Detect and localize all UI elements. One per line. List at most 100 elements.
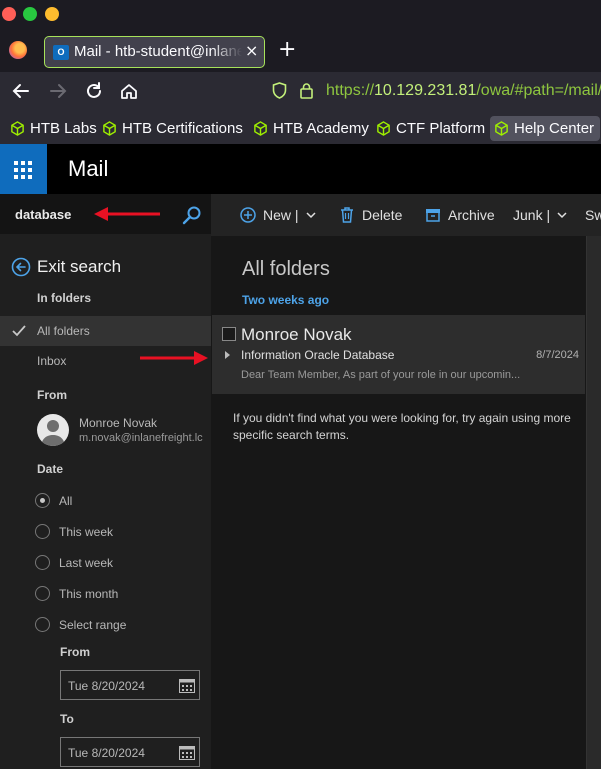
radio-label: All <box>59 493 73 508</box>
firefox-menu-icon[interactable] <box>9 41 27 59</box>
archive-label: Archive <box>448 207 495 223</box>
junk-button[interactable]: Junk | <box>513 207 567 223</box>
date-option-this-week[interactable]: This week <box>35 524 113 539</box>
search-icon[interactable] <box>182 205 202 225</box>
radio-label: This week <box>59 524 114 539</box>
archive-box-icon <box>426 209 440 222</box>
bookmark-htb-certifications[interactable]: HTB Certifications <box>98 116 249 141</box>
folder-all-folders[interactable]: All folders <box>0 316 211 346</box>
from-heading: From <box>37 388 67 402</box>
message-sender: Monroe Novak <box>241 325 352 344</box>
archive-button[interactable]: Archive <box>425 207 495 223</box>
message-subject: Information Oracle Database <box>241 348 395 362</box>
bookmark-label: HTB Labs <box>30 120 97 137</box>
chevron-down-icon[interactable] <box>306 211 316 219</box>
url-host: 10.129.231.81 <box>374 82 477 99</box>
radio-button[interactable] <box>35 524 50 539</box>
calendar-icon[interactable] <box>179 746 195 760</box>
outlook-favicon-icon: O <box>53 45 69 60</box>
htb-cube-icon <box>495 121 508 136</box>
message-item[interactable]: Monroe Novak Information Oracle Database… <box>212 315 585 394</box>
new-button[interactable]: New | <box>240 207 316 223</box>
annotation-arrow-left-icon <box>94 207 160 221</box>
group-header: Two weeks ago <box>242 293 330 307</box>
date-option-select-range[interactable]: Select range <box>35 617 126 632</box>
calendar-icon[interactable] <box>179 679 195 693</box>
back-arrow-icon[interactable] <box>11 81 31 101</box>
bookmark-label: Help Center <box>514 120 595 137</box>
message-date: 8/7/2024 <box>536 349 579 361</box>
lock-icon[interactable] <box>299 82 314 99</box>
command-toolbar: New | Delete Archive Junk | Sw <box>211 194 601 236</box>
radio-button[interactable] <box>35 617 50 632</box>
reload-icon[interactable] <box>84 81 104 101</box>
new-tab-button[interactable]: + <box>278 37 296 62</box>
date-option-this-month[interactable]: This month <box>35 586 118 601</box>
bookmark-htb-academy[interactable]: HTB Academy <box>249 116 375 141</box>
tracking-shield-icon[interactable] <box>272 82 287 99</box>
forward-arrow-icon[interactable] <box>48 81 68 101</box>
message-preview: Dear Team Member, As part of your role i… <box>241 369 521 381</box>
sweep-button[interactable]: Sw <box>585 207 601 223</box>
search-input[interactable]: database <box>15 207 71 222</box>
home-icon[interactable] <box>119 81 139 101</box>
delete-label: Delete <box>362 207 403 223</box>
close-window-button[interactable] <box>2 7 16 21</box>
bookmark-label: CTF Platform <box>396 120 486 137</box>
from-email: m.novak@inlanefreight.lc <box>79 432 203 444</box>
radio-button[interactable] <box>35 493 50 508</box>
message-select-checkbox[interactable] <box>222 327 236 341</box>
date-option-last-week[interactable]: Last week <box>35 555 113 570</box>
htb-cube-icon <box>254 121 267 136</box>
range-to-input[interactable]: Tue 8/20/2024 <box>60 737 200 767</box>
chevron-down-icon[interactable] <box>557 211 567 219</box>
search-refiners-pane: database Exit search In folders All fold… <box>0 194 211 769</box>
tab-bar: O Mail - htb-student@inlanefreight.local… <box>0 30 601 72</box>
radio-label: This month <box>59 586 119 601</box>
list-title: All folders <box>242 258 330 280</box>
range-from-input[interactable]: Tue 8/20/2024 <box>60 670 200 700</box>
reading-pane-scrollbar[interactable] <box>586 236 601 769</box>
radio-button[interactable] <box>35 555 50 570</box>
range-to-label: To <box>60 712 74 726</box>
app-title: Mail <box>68 156 109 181</box>
tab-close-icon[interactable]: × <box>245 41 258 60</box>
folder-label: Inbox <box>37 354 67 368</box>
tab-mail[interactable]: O Mail - htb-student@inlanefreight.local… <box>44 36 265 68</box>
radio-label: Last week <box>59 555 114 570</box>
maximize-window-button[interactable] <box>23 7 37 21</box>
new-label: New | <box>263 207 299 223</box>
folder-label: All folders <box>37 324 90 338</box>
from-person-card[interactable]: Monroe Novak m.novak@inlanefreight.lc <box>37 414 211 448</box>
bookmark-htb-labs[interactable]: HTB Labs <box>6 116 103 141</box>
address-bar[interactable]: https://10.129.231.81/owa/#path=/mail/s <box>326 82 601 100</box>
bookmark-ctf-platform[interactable]: CTF Platform <box>372 116 491 141</box>
range-from-label: From <box>60 645 90 659</box>
minimize-window-button[interactable] <box>45 7 59 21</box>
bookmarks-bar: HTB Labs HTB Certifications HTB Academy … <box>0 112 601 144</box>
back-circle-icon <box>11 257 31 277</box>
radio-label: Select range <box>59 617 127 632</box>
bookmark-help-center[interactable]: Help Center <box>490 116 601 141</box>
radio-button[interactable] <box>35 586 50 601</box>
htb-cube-icon <box>377 121 390 136</box>
range-to-value: Tue 8/20/2024 <box>68 746 145 760</box>
delete-button[interactable]: Delete <box>339 207 402 223</box>
bookmark-label: HTB Certifications <box>122 120 243 137</box>
htb-cube-icon <box>11 121 24 136</box>
url-path: /owa/#path=/mail/s <box>476 82 601 99</box>
app-launcher-button[interactable] <box>0 144 47 194</box>
plus-circle-icon <box>240 207 256 223</box>
in-folders-heading: In folders <box>37 291 92 305</box>
search-hint-text: If you didn't find what you were looking… <box>233 411 571 442</box>
window-titlebar <box>0 0 601 30</box>
sweep-label: Sw <box>585 207 601 223</box>
bookmark-label: HTB Academy <box>273 120 369 137</box>
expand-conversation-icon[interactable] <box>225 351 230 359</box>
person-icon <box>41 420 65 446</box>
date-option-all[interactable]: All <box>35 493 72 508</box>
exit-search-button[interactable]: Exit search <box>11 257 121 277</box>
htb-cube-icon <box>103 121 116 136</box>
from-name: Monroe Novak <box>79 416 158 430</box>
tab-title: Mail - htb-student@inlanefreight.local <box>74 43 242 60</box>
